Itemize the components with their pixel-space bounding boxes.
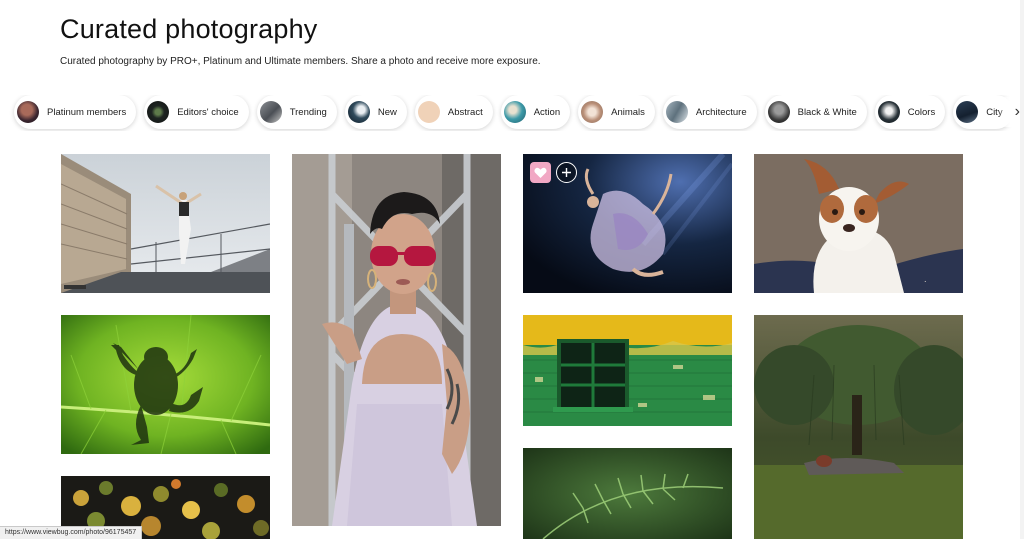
add-plus-icon[interactable] [556,162,577,183]
photo-underwater-dancer[interactable] [523,154,732,293]
chip-label: Platinum members [47,106,127,118]
chip-new[interactable]: New [344,95,407,129]
chip-label: Abstract [447,106,483,118]
status-url-bar: https://www.viewbug.com/photo/96175457 [0,526,143,539]
photo-green-yellow-wall-window[interactable] [523,315,732,426]
chip-platinum-members[interactable]: Platinum members [14,95,137,129]
trending-thumb-icon [259,101,282,123]
category-bar: Platinum members Editors' choice Trendin… [0,95,1024,131]
photo-dancer-on-bridge[interactable] [61,154,270,293]
photo-image [292,154,501,526]
chip-label: Trending [289,106,327,118]
page-title: Curated photography [60,14,318,44]
city-thumb-icon [956,101,979,123]
chip-architecture[interactable]: Architecture [662,95,757,129]
editors-eye-icon [147,101,170,123]
chip-label: Black & White [797,106,857,118]
photo-australian-shepherd-dog[interactable]: . [754,154,963,293]
photo-image [523,448,732,539]
chip-label: Architecture [695,106,747,118]
photo-image [61,154,270,293]
black-white-thumb-icon [767,101,790,123]
animals-thumb-icon [581,101,604,123]
chip-action[interactable]: Action [500,95,571,129]
photo-woman-pink-sunglasses[interactable] [292,154,501,526]
page-scrollbar[interactable] [1020,0,1024,539]
photo-image [523,315,732,426]
photo-frog-on-leaf[interactable] [61,315,270,454]
chip-colors[interactable]: Colors [874,95,946,129]
colors-thumb-icon [877,101,900,123]
abstract-thumb-icon [417,101,440,123]
chip-animals[interactable]: Animals [578,95,655,129]
chip-label: New [377,106,397,118]
platinum-avatar-icon [17,101,39,123]
svg-text:.: . [924,275,927,284]
page-subtitle: Curated photography by PRO+, Platinum an… [60,56,541,67]
photo-actions [530,162,577,183]
action-thumb-icon [503,101,526,123]
chip-editors-choice[interactable]: Editors' choice [144,95,249,129]
architecture-thumb-icon [665,101,688,123]
chip-abstract[interactable]: Abstract [414,95,493,129]
chip-label: Action [533,106,561,118]
new-thumb-icon [347,101,370,123]
chip-label: Animals [611,106,645,118]
chip-black-and-white[interactable]: Black & White [764,95,867,129]
photo-image: . [754,154,963,293]
chip-trending[interactable]: Trending [256,95,337,129]
photo-image [61,315,270,454]
photo-image [754,315,963,539]
chip-label: Colors [907,106,936,118]
chip-label: Editors' choice [177,106,239,118]
photo-forest-sleeping-woman[interactable] [754,315,963,539]
photo-fern-leaves[interactable] [523,448,732,539]
like-heart-icon[interactable] [530,162,551,183]
